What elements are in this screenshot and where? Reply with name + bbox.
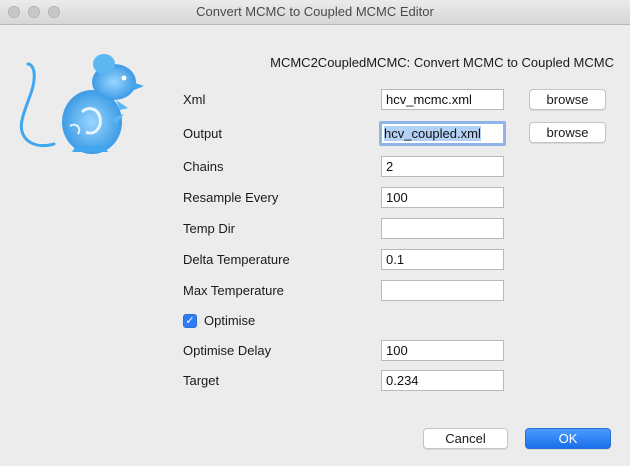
cancel-button[interactable]: Cancel: [423, 428, 508, 449]
xml-browse-button[interactable]: browse: [529, 89, 606, 110]
delta-temperature-field[interactable]: 0.1: [381, 249, 504, 270]
output-field[interactable]: hcv_coupled.xml: [379, 121, 506, 146]
output-browse-button[interactable]: browse: [529, 122, 606, 143]
max-temperature-field[interactable]: [381, 280, 504, 301]
chains-field[interactable]: 2: [381, 156, 504, 177]
optimise-delay-field[interactable]: 100: [381, 340, 504, 361]
output-value: hcv_coupled.xml: [384, 126, 481, 141]
temp-dir-label: Temp Dir: [183, 221, 236, 236]
optimise-delay-label: Optimise Delay: [183, 343, 272, 358]
xml-field[interactable]: hcv_mcmc.xml: [381, 89, 504, 110]
optimise-checkbox[interactable]: ✓: [183, 314, 197, 328]
max-temperature-label: Max Temperature: [183, 283, 284, 298]
resample-every-field[interactable]: 100: [381, 187, 504, 208]
optimise-label: Optimise: [204, 313, 256, 328]
resample-every-label: Resample Every: [183, 190, 279, 205]
target-label: Target: [183, 373, 220, 388]
target-field[interactable]: 0.234: [381, 370, 504, 391]
temp-dir-field[interactable]: [381, 218, 504, 239]
window-title: Convert MCMC to Coupled MCMC Editor: [196, 4, 434, 19]
xml-label: Xml: [183, 92, 206, 107]
title-bar: Convert MCMC to Coupled MCMC Editor: [0, 0, 630, 25]
delta-temperature-label: Delta Temperature: [183, 252, 290, 267]
ok-button[interactable]: OK: [525, 428, 611, 449]
page-heading: MCMC2CoupledMCMC: Convert MCMC to Couple…: [270, 55, 614, 70]
editor-window: Convert MCMC to Coupled MCMC Editor MCMC…: [0, 0, 630, 466]
beast-mouse-icon: [19, 54, 144, 154]
chains-label: Chains: [183, 159, 224, 174]
output-label: Output: [183, 126, 223, 141]
